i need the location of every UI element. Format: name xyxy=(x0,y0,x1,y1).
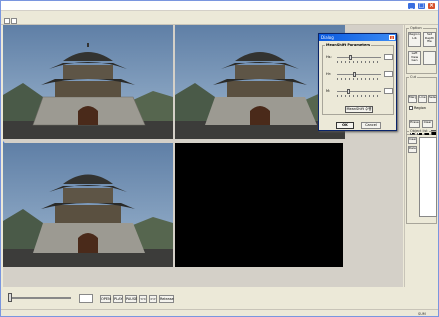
hs-slider-track xyxy=(337,57,381,58)
title-bar: _ □ × xyxy=(1,1,438,11)
side-panel: Option Region Lib Set Depth file Left Vi… xyxy=(404,25,438,287)
next-frame-button[interactable]: >> xyxy=(149,295,157,303)
m-slider[interactable] xyxy=(346,89,350,94)
dialog-close-button[interactable]: x xyxy=(389,35,395,40)
hr-slider[interactable] xyxy=(353,72,357,77)
region-label: Region xyxy=(414,106,426,110)
m-slider-ticks xyxy=(337,95,381,97)
object-listbox[interactable] xyxy=(419,137,437,217)
select-button[interactable]: Select xyxy=(428,95,437,103)
new-file-icon[interactable] xyxy=(4,18,10,24)
parameters-group-title: MeanShift Parameters xyxy=(325,43,372,47)
hr-value-field[interactable] xyxy=(384,71,393,77)
image-view-depth[interactable] xyxy=(175,143,343,267)
minimize-button[interactable]: _ xyxy=(407,2,416,10)
hs-label: Hs: xyxy=(326,55,332,59)
set-depth-file-button[interactable]: Set Depth file xyxy=(423,32,436,47)
run-meanshift-button[interactable]: MeanShift 수행 xyxy=(345,106,373,113)
hr-slider-track xyxy=(337,74,381,75)
seek-slider[interactable] xyxy=(8,293,12,302)
play-button[interactable]: PLAY xyxy=(113,295,123,303)
image-view-original[interactable] xyxy=(3,25,173,139)
status-text: SUM xyxy=(418,312,426,316)
m-label: M: xyxy=(326,89,331,93)
region-checkbox[interactable] xyxy=(409,106,413,110)
hs-slider-ticks xyxy=(337,61,381,63)
seek-track xyxy=(9,297,71,299)
meanshift-dialog: Dialog x MeanShift Parameters Hs: Hr: M:… xyxy=(318,33,397,131)
open-folder-icon[interactable] xyxy=(11,18,17,24)
line-button[interactable]: Line xyxy=(418,95,427,103)
object-list-group: Object list Insert Delete xyxy=(406,129,437,224)
option-group: Option Region Lib Set Depth file Left Vi… xyxy=(406,26,437,74)
hs-slider[interactable] xyxy=(348,55,352,60)
close-button[interactable]: × xyxy=(427,2,436,10)
gate-photo xyxy=(3,143,173,267)
erase-button[interactable]: Erase xyxy=(409,120,420,128)
merge-button[interactable]: Merge xyxy=(408,95,417,103)
insert-button[interactable]: Insert xyxy=(408,137,417,144)
image-view-segment[interactable] xyxy=(3,143,173,267)
pause-button[interactable]: PAUSE xyxy=(125,295,137,303)
ok-button[interactable]: OK xyxy=(336,122,354,129)
meanshift-parameters-group: MeanShift Parameters Hs: Hr: M: MeanShif… xyxy=(322,43,394,115)
m-slider-track xyxy=(337,91,381,92)
region-lib-button[interactable]: Region Lib xyxy=(408,32,421,47)
dialog-title-bar: Dialog x xyxy=(319,34,396,41)
delete-button[interactable]: Delete xyxy=(408,146,417,153)
playback-controls: OPEN PLAY PAUSE << >> Release xyxy=(1,287,438,309)
object-list-title: Object list xyxy=(409,129,429,133)
maximize-button[interactable]: □ xyxy=(417,2,426,10)
app-window: _ □ × Option Region Lib Set Depth file L… xyxy=(0,0,439,317)
release-button[interactable]: Release xyxy=(159,295,174,303)
frame-number-field[interactable] xyxy=(79,294,93,303)
prev-frame-button[interactable]: << xyxy=(139,295,147,303)
hs-value-field[interactable] xyxy=(384,54,393,60)
cut-group-title: Cut xyxy=(409,75,418,79)
open-button[interactable]: OPEN xyxy=(100,295,111,303)
dialog-title: Dialog xyxy=(321,35,334,40)
left-view-gen-button[interactable]: Left View Gen xyxy=(408,51,421,65)
option-group-title: Option xyxy=(409,26,423,30)
hr-label: Hr: xyxy=(326,72,332,76)
toolbar xyxy=(1,17,438,25)
hr-slider-ticks xyxy=(337,78,381,80)
blank-option-button[interactable] xyxy=(423,51,436,65)
gate-photo xyxy=(3,25,173,139)
m-value-field[interactable] xyxy=(384,88,393,94)
cut-group: Cut Merge Line Select Region Erase Clear xyxy=(406,75,437,135)
status-bar: SUM xyxy=(1,309,438,316)
cancel-button[interactable]: Cancel xyxy=(361,122,381,129)
clear-button[interactable]: Clear xyxy=(422,120,433,128)
